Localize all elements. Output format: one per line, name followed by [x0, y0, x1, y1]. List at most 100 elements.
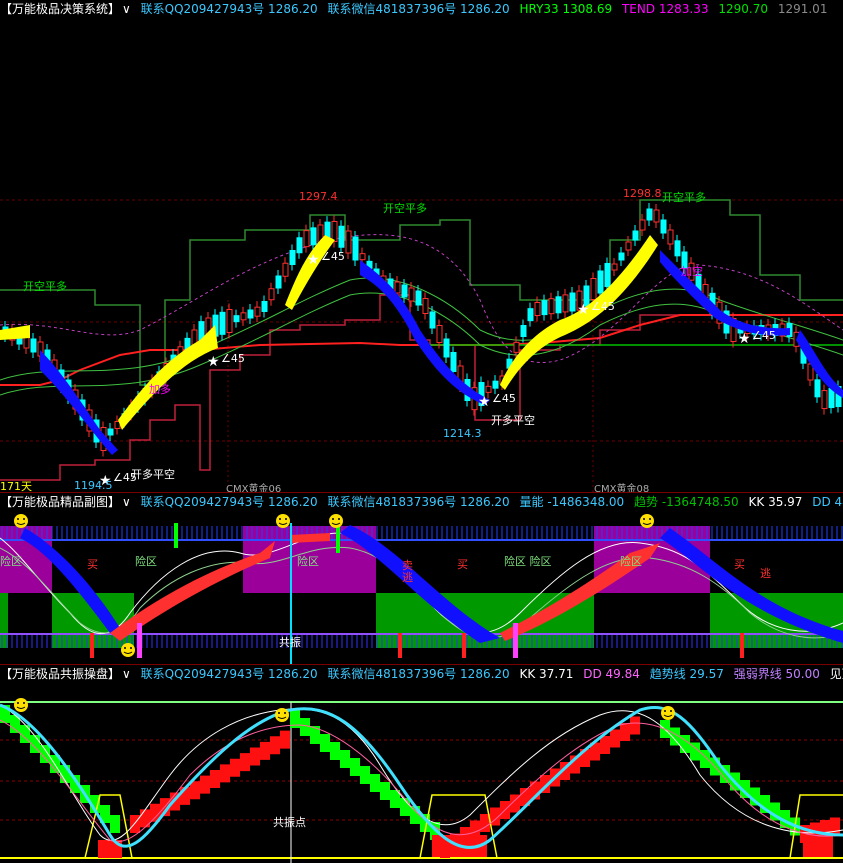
signal-open-short: 开空平多: [383, 202, 427, 215]
step-block: [610, 729, 620, 748]
candle-body: [352, 236, 359, 261]
buy-label: 买: [734, 558, 745, 571]
angle-label: ∠45: [221, 352, 245, 365]
smiley-icon: [14, 698, 28, 712]
candle-body: [485, 385, 492, 393]
signal-open-short: 开空平多: [23, 280, 67, 293]
resonance-chart[interactable]: [0, 665, 843, 863]
candle-body: [401, 284, 408, 298]
step-block: [110, 815, 120, 833]
candle-body: [310, 227, 317, 246]
candle-body: [408, 287, 415, 302]
risk-zone-label: 险区: [620, 555, 642, 568]
star-icon: ★: [738, 331, 751, 347]
smiley-icon: [661, 706, 675, 720]
candle-body: [338, 225, 345, 248]
candle-body: [282, 262, 289, 277]
candle-body: [632, 230, 639, 241]
candle-body: [569, 292, 576, 312]
step-block: [320, 734, 330, 752]
candle-body: [611, 263, 618, 271]
buy-label: 买: [87, 558, 98, 571]
candle-body: [219, 311, 226, 335]
candle-body: [394, 281, 401, 294]
step-block: [220, 764, 230, 783]
candle-body: [233, 315, 240, 323]
smiley-icon: [640, 514, 654, 528]
candle-body: [492, 380, 499, 389]
candle-body: [226, 309, 233, 333]
risk-zone-label: 险区: [135, 555, 157, 568]
candle-body: [604, 263, 611, 287]
red-line: [0, 314, 843, 386]
step-block: [240, 753, 250, 772]
signal-open-short: 开空平多: [662, 191, 706, 204]
step-block: [830, 817, 840, 836]
angle-label: ∠45: [492, 392, 516, 405]
star-icon: ★: [307, 252, 320, 268]
candle-body: [814, 379, 821, 398]
smiley-icon: [121, 643, 135, 657]
step-block: [370, 774, 380, 792]
risk-zone-label: 险区: [297, 555, 319, 568]
signal-add-long: 加多: [149, 383, 171, 396]
candle-body: [422, 298, 429, 314]
star-icon: ★: [478, 394, 491, 410]
signal-add-short: 加空: [681, 265, 703, 278]
candle-body: [415, 290, 422, 306]
smiley-icon: [276, 514, 290, 528]
risk-zone-label: 险区: [0, 555, 22, 568]
candle-body: [30, 338, 37, 353]
candle-body: [520, 325, 527, 337]
signal-bar: [513, 623, 518, 658]
star-icon: ★: [577, 302, 590, 318]
candle-body: [268, 288, 275, 301]
smiley-icon: [14, 514, 28, 528]
step-block: [270, 736, 280, 755]
step-block: [330, 742, 340, 760]
signal-bar: [137, 623, 142, 658]
step-block: [340, 750, 350, 768]
angle-label: ∠45: [591, 300, 615, 313]
candle-body: [548, 298, 555, 315]
step-block: [200, 775, 210, 794]
sub-chart-panel[interactable]: 【万能极品精品副图】 ∨ 联系QQ209427943号 1286.20 联系微信4…: [0, 493, 843, 664]
candle-body: [828, 388, 835, 409]
blue-trend-band: [660, 250, 790, 336]
angle-label: ∠45: [113, 471, 137, 484]
step-block: [350, 758, 360, 776]
candle-body: [618, 252, 625, 261]
candle-body: [275, 275, 282, 289]
step-block: [230, 758, 240, 777]
star-markers: ★ ★ ★ ★ ★ ★: [99, 252, 751, 489]
contract-label: CMX黄金06: [226, 484, 282, 492]
smiley-icon: [329, 514, 343, 528]
risk-zone-label: 险区 险区: [504, 555, 552, 568]
candle-body: [555, 296, 562, 314]
buy-label: 买: [457, 558, 468, 571]
candle-body: [660, 219, 667, 234]
candle-body: [541, 300, 548, 316]
candle-body: [289, 250, 296, 265]
step-block: [210, 770, 220, 788]
price-chart[interactable]: ★ ★ ★ ★ ★ ★: [0, 0, 843, 492]
step-block: [190, 781, 200, 800]
candle-body: [450, 352, 457, 372]
escape-label: 逃: [402, 571, 413, 584]
yellow-trend-band: [118, 325, 218, 430]
sub-chart[interactable]: [0, 493, 843, 664]
candle-body: [597, 270, 604, 294]
resonance-panel[interactable]: 【万能极品共振操盘】 ∨ 联系QQ209427943号 1286.20 联系微信4…: [0, 665, 843, 863]
signal-open-long: 开多平空: [131, 468, 175, 481]
candle-body: [562, 294, 569, 313]
annotation-lo1: 1194.5: [74, 479, 113, 492]
annotation-hi1: 1297.4: [299, 190, 338, 203]
candle-body: [303, 230, 310, 248]
step-block: [280, 730, 290, 749]
candle-body: [674, 240, 681, 257]
resonance-label: 共振: [279, 636, 301, 649]
main-chart-panel[interactable]: 【万能极品决策系统】 ∨ 联系QQ209427943号 1286.20 联系微信4…: [0, 0, 843, 492]
candle-body: [296, 237, 303, 254]
step-block: [300, 718, 310, 736]
period-label: 171天: [0, 480, 32, 492]
